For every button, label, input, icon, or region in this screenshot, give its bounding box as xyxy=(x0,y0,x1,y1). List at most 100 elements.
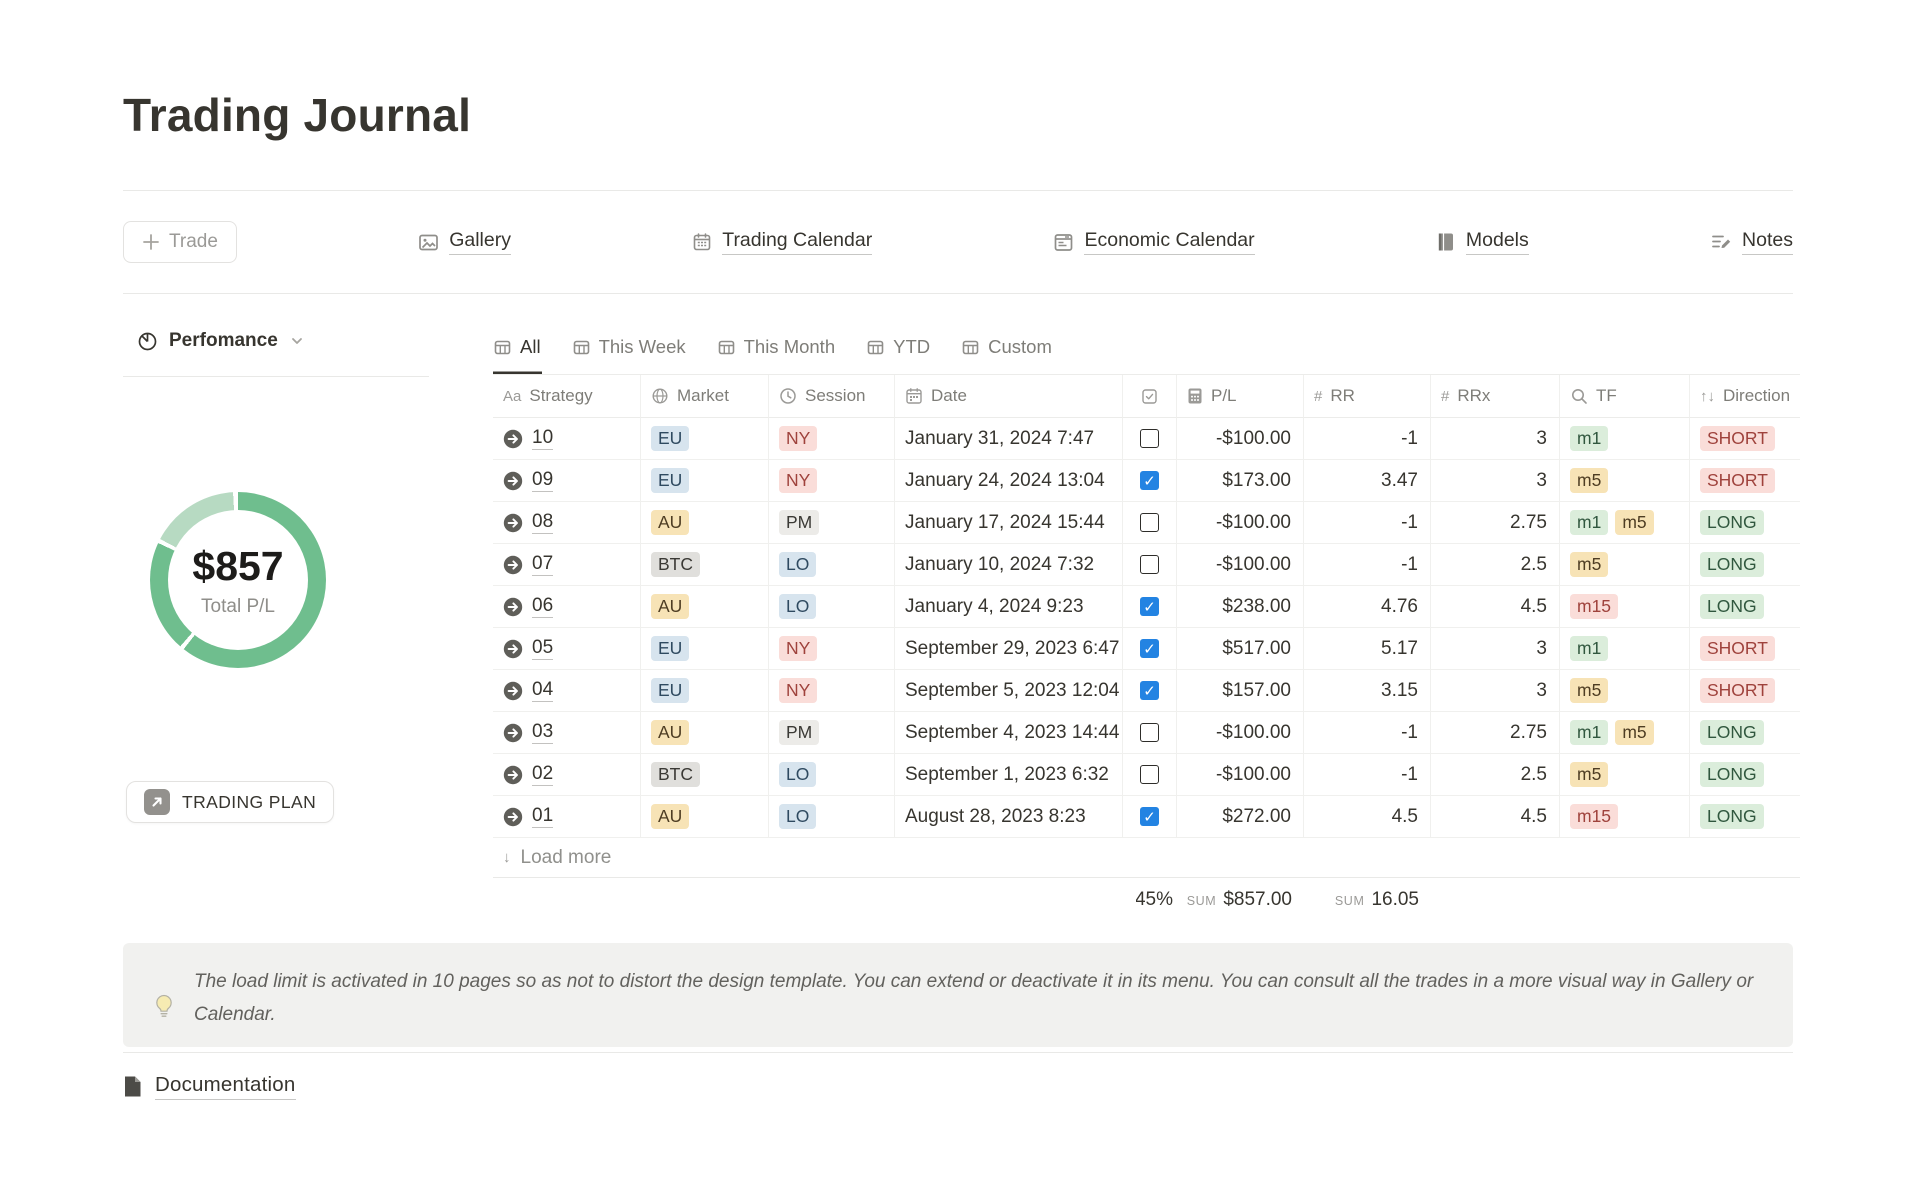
win-cell[interactable]: ✓ xyxy=(1123,586,1177,628)
strategy-link[interactable]: 10 xyxy=(532,427,553,450)
session-cell[interactable]: LO xyxy=(769,586,895,628)
nav-link-gallery[interactable]: Gallery xyxy=(418,229,511,255)
win-percent-aggregate[interactable]: 45% xyxy=(1123,878,1177,922)
date-cell[interactable]: January 10, 2024 7:32 xyxy=(895,544,1123,586)
column-header-direction[interactable]: ↑↓Direction xyxy=(1690,375,1800,418)
session-cell[interactable]: PM xyxy=(769,502,895,544)
direction-cell[interactable]: LONG xyxy=(1690,754,1800,796)
strategy-cell[interactable]: 06 xyxy=(493,586,641,628)
checkbox-checked[interactable]: ✓ xyxy=(1140,639,1159,658)
nav-link-models[interactable]: Models xyxy=(1436,229,1529,255)
date-cell[interactable]: January 4, 2024 9:23 xyxy=(895,586,1123,628)
rr-cell[interactable]: -1 xyxy=(1304,502,1431,544)
strategy-cell[interactable]: 01 xyxy=(493,796,641,838)
win-cell[interactable] xyxy=(1123,544,1177,586)
win-cell[interactable] xyxy=(1123,502,1177,544)
pl-cell[interactable]: -$100.00 xyxy=(1177,502,1304,544)
market-cell[interactable]: BTC xyxy=(641,544,769,586)
strategy-cell[interactable]: 05 xyxy=(493,628,641,670)
pl-cell[interactable]: $173.00 xyxy=(1177,460,1304,502)
tf-cell[interactable]: m5 xyxy=(1560,670,1690,712)
rrx-cell[interactable]: 3 xyxy=(1431,628,1560,670)
session-cell[interactable]: NY xyxy=(769,670,895,712)
market-cell[interactable]: BTC xyxy=(641,754,769,796)
win-cell[interactable]: ✓ xyxy=(1123,670,1177,712)
strategy-link[interactable]: 07 xyxy=(532,553,553,576)
pl-cell[interactable]: -$100.00 xyxy=(1177,754,1304,796)
strategy-cell[interactable]: 08 xyxy=(493,502,641,544)
trading-plan-button[interactable]: TRADING PLAN xyxy=(126,781,334,823)
market-cell[interactable]: EU xyxy=(641,670,769,712)
market-cell[interactable]: AU xyxy=(641,796,769,838)
strategy-cell[interactable]: 03 xyxy=(493,712,641,754)
session-cell[interactable]: NY xyxy=(769,418,895,460)
date-cell[interactable]: January 17, 2024 15:44 xyxy=(895,502,1123,544)
pl-cell[interactable]: -$100.00 xyxy=(1177,544,1304,586)
nav-link-trading-calendar[interactable]: Trading Calendar xyxy=(692,229,872,255)
date-cell[interactable]: September 1, 2023 6:32 xyxy=(895,754,1123,796)
rrx-cell[interactable]: 3 xyxy=(1431,670,1560,712)
win-cell[interactable]: ✓ xyxy=(1123,796,1177,838)
strategy-link[interactable]: 01 xyxy=(532,805,553,828)
checkbox-unchecked[interactable] xyxy=(1140,555,1159,574)
rrx-cell[interactable]: 3 xyxy=(1431,460,1560,502)
strategy-cell[interactable]: 04 xyxy=(493,670,641,712)
rrx-cell[interactable]: 2.5 xyxy=(1431,544,1560,586)
direction-cell[interactable]: LONG xyxy=(1690,796,1800,838)
tab-ytd[interactable]: YTD xyxy=(866,320,931,374)
strategy-link[interactable]: 06 xyxy=(532,595,553,618)
market-cell[interactable]: AU xyxy=(641,502,769,544)
rr-cell[interactable]: 5.17 xyxy=(1304,628,1431,670)
direction-cell[interactable]: LONG xyxy=(1690,586,1800,628)
checkbox-unchecked[interactable] xyxy=(1140,723,1159,742)
direction-cell[interactable]: SHORT xyxy=(1690,418,1800,460)
win-cell[interactable] xyxy=(1123,754,1177,796)
win-cell[interactable]: ✓ xyxy=(1123,628,1177,670)
direction-cell[interactable]: LONG xyxy=(1690,502,1800,544)
column-header-market[interactable]: Market xyxy=(641,375,769,418)
load-more-button[interactable]: ↓ Load more xyxy=(493,838,1800,878)
column-header-session[interactable]: Session xyxy=(769,375,895,418)
date-cell[interactable]: January 24, 2024 13:04 xyxy=(895,460,1123,502)
session-cell[interactable]: NY xyxy=(769,460,895,502)
tf-cell[interactable]: m1m5 xyxy=(1560,502,1690,544)
nav-link-notes[interactable]: Notes xyxy=(1710,229,1793,255)
strategy-link[interactable]: 02 xyxy=(532,763,553,786)
column-header-win[interactable] xyxy=(1123,375,1177,418)
strategy-link[interactable]: 04 xyxy=(532,679,553,702)
rrx-cell[interactable]: 2.75 xyxy=(1431,502,1560,544)
tf-cell[interactable]: m5 xyxy=(1560,460,1690,502)
strategy-link[interactable]: 08 xyxy=(532,511,553,534)
date-cell[interactable]: September 4, 2023 14:44 xyxy=(895,712,1123,754)
nav-link-economic-calendar[interactable]: Economic Calendar xyxy=(1053,229,1254,255)
win-cell[interactable] xyxy=(1123,712,1177,754)
strategy-link[interactable]: 05 xyxy=(532,637,553,660)
session-cell[interactable]: NY xyxy=(769,628,895,670)
checkbox-unchecked[interactable] xyxy=(1140,429,1159,448)
pl-cell[interactable]: $157.00 xyxy=(1177,670,1304,712)
strategy-cell[interactable]: 09 xyxy=(493,460,641,502)
strategy-link[interactable]: 09 xyxy=(532,469,553,492)
tf-cell[interactable]: m1 xyxy=(1560,418,1690,460)
rr-cell[interactable]: 3.15 xyxy=(1304,670,1431,712)
performance-view-selector[interactable]: Perfomance xyxy=(123,320,453,356)
win-cell[interactable]: ✓ xyxy=(1123,460,1177,502)
tf-cell[interactable]: m1m5 xyxy=(1560,712,1690,754)
direction-cell[interactable]: LONG xyxy=(1690,712,1800,754)
pl-cell[interactable]: $238.00 xyxy=(1177,586,1304,628)
checkbox-checked[interactable]: ✓ xyxy=(1140,681,1159,700)
strategy-link[interactable]: 03 xyxy=(532,721,553,744)
market-cell[interactable]: AU xyxy=(641,712,769,754)
column-header-tf[interactable]: TF xyxy=(1560,375,1690,418)
checkbox-unchecked[interactable] xyxy=(1140,765,1159,784)
strategy-cell[interactable]: 02 xyxy=(493,754,641,796)
date-cell[interactable]: September 5, 2023 12:04 xyxy=(895,670,1123,712)
strategy-cell[interactable]: 07 xyxy=(493,544,641,586)
column-header-p/l[interactable]: P/L xyxy=(1177,375,1304,418)
tf-cell[interactable]: m15 xyxy=(1560,586,1690,628)
date-cell[interactable]: January 31, 2024 7:47 xyxy=(895,418,1123,460)
tf-cell[interactable]: m1 xyxy=(1560,628,1690,670)
direction-cell[interactable]: SHORT xyxy=(1690,628,1800,670)
tab-all[interactable]: All xyxy=(493,320,542,374)
strategy-cell[interactable]: 10 xyxy=(493,418,641,460)
